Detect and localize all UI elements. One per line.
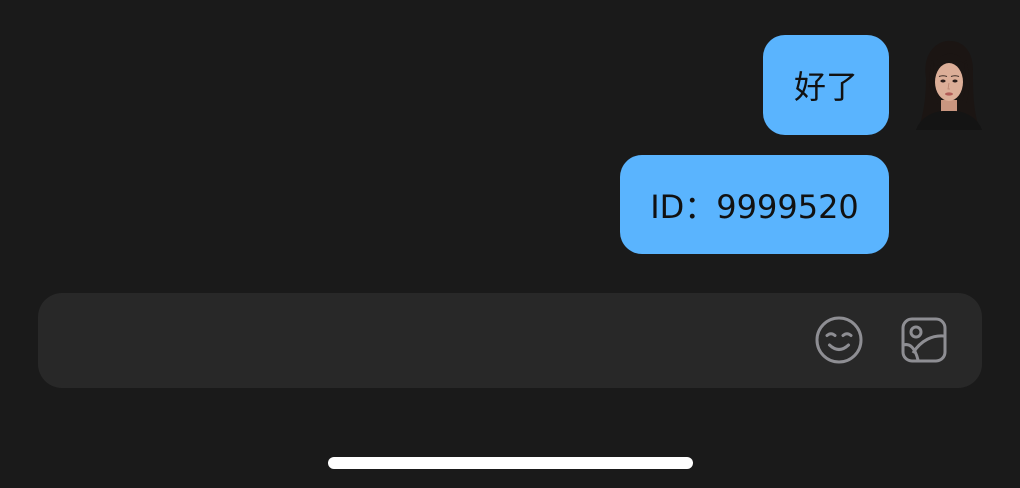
message-bubble[interactable]: ID：9999520 <box>620 155 889 254</box>
message-input-bar[interactable] <box>38 293 982 388</box>
image-picker-icon <box>901 317 947 363</box>
avatar[interactable] <box>912 38 984 130</box>
home-indicator[interactable] <box>328 457 693 469</box>
chat-screen: 好了 ID：9999520 <box>0 0 1020 488</box>
message-text: 好了 <box>793 68 858 106</box>
smile-face-icon <box>815 316 863 364</box>
message-text: ID：9999520 <box>650 187 859 226</box>
message-bubble[interactable]: 好了 <box>763 35 889 135</box>
avatar-portrait-icon <box>916 40 982 130</box>
image-picker-button[interactable] <box>898 314 950 366</box>
emoji-button[interactable] <box>813 314 865 366</box>
